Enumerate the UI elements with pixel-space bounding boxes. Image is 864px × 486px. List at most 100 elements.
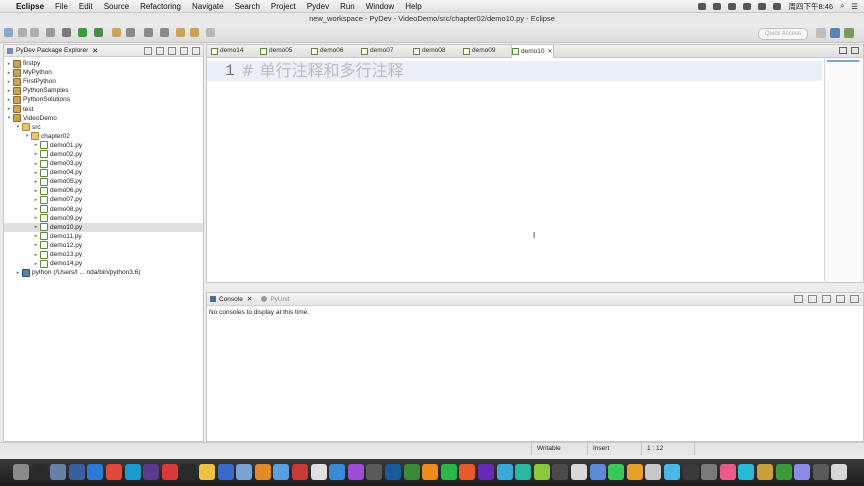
tree-item[interactable]: ▾ src [4, 123, 203, 132]
tree-item[interactable]: ▸ demo04.py [4, 168, 203, 177]
app-icon[interactable] [757, 464, 773, 480]
save-all-icon[interactable] [30, 28, 39, 37]
minimize-icon[interactable] [839, 47, 847, 54]
run-config-icon[interactable] [94, 28, 103, 37]
tree-item[interactable]: ▸ demo13.py [4, 250, 203, 259]
app-icon[interactable] [478, 464, 494, 480]
tree-item[interactable]: ▸ FirstPython [4, 77, 203, 86]
tab-demo08[interactable]: demo08 [413, 45, 446, 57]
maximize-icon[interactable] [850, 295, 859, 303]
ide-icon[interactable] [180, 464, 197, 480]
run-icon[interactable] [78, 28, 87, 37]
tray-icon[interactable] [698, 2, 707, 10]
app-icon[interactable] [775, 464, 792, 480]
expand-arrow-icon[interactable]: ▸ [6, 70, 12, 76]
app-icon[interactable] [682, 464, 699, 480]
app-icon[interactable] [459, 464, 476, 480]
app-icon[interactable] [608, 464, 625, 480]
tree-item[interactable]: ▸ demo09.py [4, 214, 203, 223]
app-icon[interactable] [794, 464, 811, 480]
terminal-icon[interactable] [31, 464, 48, 480]
app-icon[interactable] [254, 464, 271, 480]
mail-icon[interactable] [50, 464, 67, 480]
tree-item[interactable]: ▸ test [4, 104, 203, 114]
package-explorer-title[interactable]: PyDev Package Explorer [16, 47, 88, 54]
app-icon[interactable] [403, 464, 420, 480]
link-editor-icon[interactable] [156, 47, 164, 55]
menu-list-icon[interactable]: ☰ [851, 2, 858, 11]
app-icon[interactable] [701, 464, 718, 480]
forward-icon[interactable] [190, 28, 199, 37]
app-icon[interactable] [440, 464, 457, 480]
menu-edit[interactable]: Edit [79, 2, 93, 11]
tab-demo10[interactable]: demo10 ✕ [511, 45, 554, 58]
expand-arrow-icon[interactable]: ▸ [6, 106, 12, 112]
maximize-icon[interactable] [192, 47, 200, 55]
tree-item[interactable]: ▸ PythonSolutions [4, 95, 203, 104]
finder-icon[interactable] [13, 464, 29, 480]
app-icon[interactable] [366, 464, 383, 480]
app-icon[interactable] [310, 464, 327, 480]
app-icon[interactable] [385, 464, 401, 480]
app-icon[interactable] [496, 464, 513, 480]
app-icon[interactable] [422, 464, 439, 480]
tree-item[interactable]: ▸ demo02.py [4, 150, 203, 159]
tree-item[interactable]: ▾ chapter02 [4, 132, 203, 141]
collapse-arrow-icon[interactable]: ▾ [24, 133, 30, 139]
app-icon[interactable] [664, 464, 680, 480]
app-icon[interactable] [217, 464, 234, 480]
code-text[interactable]: # 单行注释和多行注释 [241, 61, 404, 81]
more-icon[interactable] [206, 28, 215, 37]
menu-pydev[interactable]: Pydev [307, 2, 329, 11]
collapse-arrow-icon[interactable]: ▾ [6, 115, 12, 121]
tree-item[interactable]: ▸ MyPython [4, 68, 203, 77]
tree-item[interactable]: ▸ demo06.py [4, 186, 203, 195]
open-perspective-icon[interactable] [816, 28, 826, 38]
tab-console[interactable]: Console [219, 296, 243, 303]
debug-perspective-icon[interactable] [844, 28, 854, 38]
close-icon[interactable]: ✕ [247, 295, 252, 303]
safari-icon[interactable] [124, 464, 141, 480]
back-icon[interactable] [176, 28, 185, 37]
open-folder-icon[interactable] [112, 28, 121, 37]
expand-arrow-icon[interactable]: ▸ [6, 61, 12, 67]
search-icon[interactable]: ⌕ [840, 1, 844, 11]
status-memory-icon[interactable] [694, 443, 710, 455]
settings-icon[interactable] [46, 28, 55, 37]
tab-demo07[interactable]: demo07 [361, 45, 394, 57]
expand-arrow-icon[interactable]: ▸ [6, 88, 12, 94]
menu-source[interactable]: Source [104, 2, 129, 11]
tree-item[interactable]: ▸ demo14.py [4, 259, 203, 268]
app-icon[interactable] [329, 464, 346, 480]
display-console-icon[interactable] [808, 295, 817, 303]
tree-item[interactable]: ▸ python (/Users/l ... nda/bin/python3.6) [4, 268, 203, 277]
menu-help[interactable]: Help [405, 2, 421, 11]
edit-icon[interactable] [126, 28, 135, 37]
app-icon[interactable] [552, 464, 569, 480]
app-icon[interactable] [236, 464, 253, 480]
close-icon[interactable]: ✕ [92, 47, 98, 55]
app-icon[interactable] [347, 464, 364, 480]
tree-item[interactable]: ▸ demo10.py [4, 222, 203, 232]
menu-project[interactable]: Project [271, 2, 296, 11]
overview-ruler[interactable] [824, 58, 863, 281]
open-console-icon[interactable] [822, 295, 831, 303]
tree-item[interactable]: ▸ demo12.py [4, 241, 203, 250]
save-icon[interactable] [18, 28, 27, 37]
tree-item[interactable]: ▸ firstpy [4, 59, 203, 68]
minimize-icon[interactable] [180, 47, 188, 55]
tray-icon[interactable] [743, 2, 752, 10]
tab-pyunit[interactable]: PyUnit [270, 296, 289, 303]
tree-item[interactable]: ▸ demo01.py [4, 141, 203, 150]
expand-arrow-icon[interactable]: ▸ [15, 270, 21, 276]
view-menu-icon[interactable] [168, 47, 176, 55]
tree-item[interactable]: ▸ demo08.py [4, 205, 203, 214]
expand-arrow-icon[interactable]: ▸ [6, 97, 12, 103]
menu-app-name[interactable]: Eclipse [16, 2, 44, 11]
battery-icon[interactable] [773, 2, 782, 10]
photoshop-icon[interactable] [143, 464, 160, 480]
app-icon[interactable] [533, 464, 550, 480]
tool-icon[interactable] [160, 28, 169, 37]
tab-demo14[interactable]: demo14 [211, 45, 244, 57]
trash-icon[interactable] [831, 464, 848, 480]
